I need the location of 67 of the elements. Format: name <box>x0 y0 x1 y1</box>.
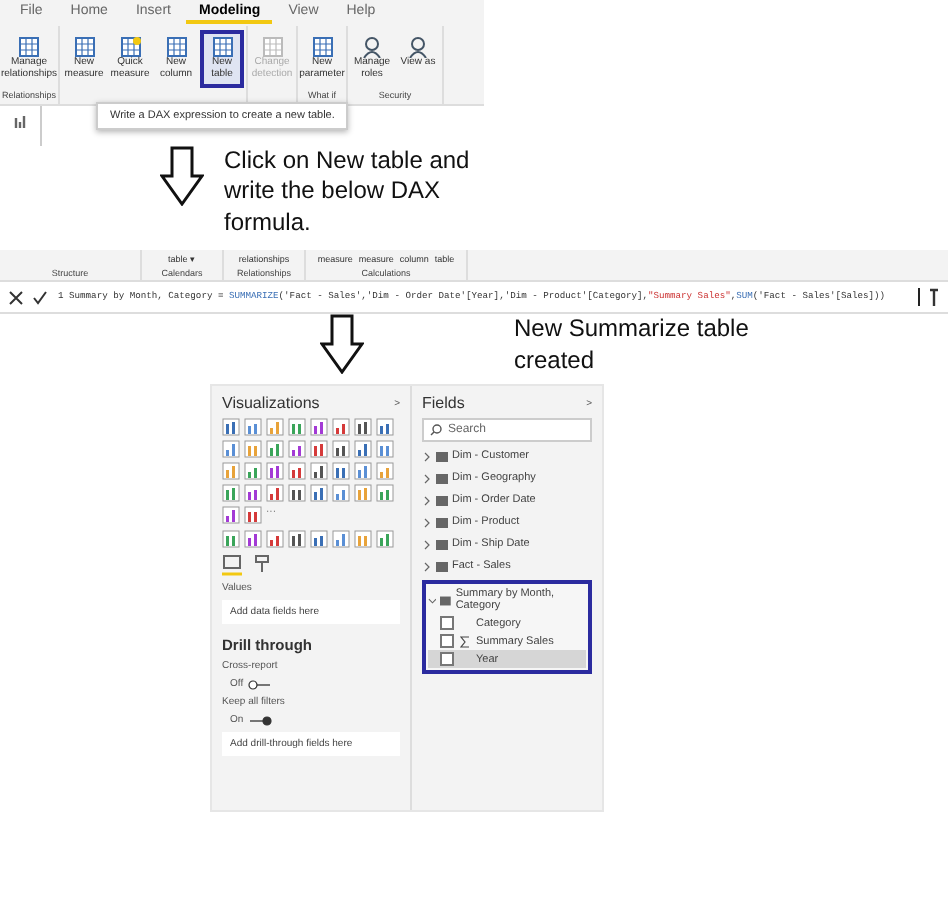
fields-tab-icon[interactable] <box>222 554 242 577</box>
sigma-icon <box>460 635 470 648</box>
chevron-icon[interactable] <box>422 561 432 572</box>
chevron-icon[interactable] <box>422 539 432 550</box>
chart-type-icon[interactable] <box>332 462 350 481</box>
chevron-icon[interactable] <box>428 595 437 606</box>
chart-type-icon[interactable] <box>222 418 240 437</box>
chart-type-icon[interactable] <box>332 484 350 503</box>
chart-type-icon[interactable] <box>222 484 240 503</box>
chart-type-icon[interactable] <box>354 440 372 459</box>
chart-type-icon[interactable] <box>310 462 328 481</box>
check-icon[interactable] <box>32 289 48 306</box>
down-arrow-icon <box>160 145 204 205</box>
chart-type-icon[interactable] <box>376 484 394 503</box>
chart-type-icon[interactable] <box>376 418 394 437</box>
expand-icon[interactable] <box>928 288 940 307</box>
search-icon <box>430 424 442 437</box>
chart-type-icon[interactable] <box>332 530 350 549</box>
chart-type-icon[interactable] <box>288 418 306 437</box>
chart-type-icon[interactable] <box>266 484 284 503</box>
chevron-icon[interactable] <box>422 517 432 528</box>
chart-type-icon[interactable] <box>244 462 262 481</box>
chart-type-icon[interactable] <box>288 440 306 459</box>
chevron-icon[interactable] <box>422 451 432 462</box>
chevron-icon[interactable] <box>422 473 432 484</box>
chart-type-icon[interactable] <box>266 440 284 459</box>
chart-type-icon[interactable] <box>332 418 350 437</box>
chart-type-icon[interactable] <box>222 506 240 525</box>
chart-type-icon[interactable] <box>244 484 262 503</box>
chart-type-icon[interactable] <box>244 530 262 549</box>
checkbox[interactable] <box>440 634 454 649</box>
chart-type-icon[interactable] <box>244 506 262 525</box>
chart-type-icon[interactable] <box>354 418 372 437</box>
step-caption: New Summarize table created <box>514 314 751 377</box>
chart-type-icon[interactable] <box>310 530 328 549</box>
down-arrow-icon <box>320 314 364 375</box>
chart-type-icon[interactable] <box>222 530 240 549</box>
chart-type-icon[interactable] <box>288 530 306 549</box>
chart-type-icon[interactable] <box>288 462 306 481</box>
chart-type-icon[interactable] <box>332 440 350 459</box>
grid-icon <box>311 36 334 58</box>
chart-type-icon[interactable] <box>266 530 284 549</box>
toggle-switch[interactable] <box>247 715 272 726</box>
user-icon <box>407 36 430 58</box>
user-icon <box>361 36 384 58</box>
chevron-icon[interactable] <box>422 495 432 506</box>
pane-title: Fields <box>422 394 465 413</box>
step-caption: Click on New table and write the below DAX formula. <box>224 145 472 239</box>
chart-type-icon[interactable] <box>244 418 262 437</box>
chart-type-icon[interactable] <box>266 462 284 481</box>
checkbox[interactable] <box>440 652 454 667</box>
chart-type-icon[interactable] <box>376 440 394 459</box>
toggle-switch[interactable] <box>247 679 272 690</box>
table-icon <box>440 595 452 606</box>
chart-type-icon[interactable] <box>354 462 372 481</box>
grid-icon <box>165 36 188 58</box>
chart-type-icon[interactable] <box>376 530 394 549</box>
chart-type-icon[interactable] <box>222 440 240 459</box>
pane-title: Visualizations <box>222 394 320 413</box>
close-icon[interactable] <box>8 289 24 306</box>
chart-type-icon[interactable] <box>288 484 306 503</box>
checkbox[interactable] <box>440 616 454 631</box>
chart-type-icon[interactable] <box>310 440 328 459</box>
chart-type-icon[interactable] <box>310 484 328 503</box>
chart-type-icon[interactable] <box>310 418 328 437</box>
table-icon <box>211 36 234 58</box>
report-view-icon[interactable] <box>13 113 27 127</box>
